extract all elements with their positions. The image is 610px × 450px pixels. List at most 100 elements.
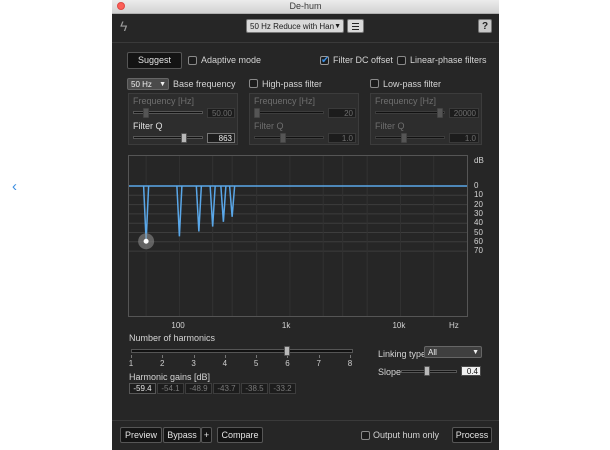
- output-hum-only-checkbox[interactable]: [361, 431, 370, 440]
- base-filter-q-slider[interactable]: [133, 136, 203, 139]
- low-pass-frequency-slider[interactable]: [375, 111, 445, 114]
- db-tick-label: 40: [474, 218, 483, 228]
- db-tick-label: 30: [474, 208, 483, 218]
- slope-slider-thumb[interactable]: [424, 366, 430, 376]
- harmonic-gains-label: Harmonic gains [dB]: [129, 372, 211, 382]
- filter-dc-offset-checkbox[interactable]: ✔: [320, 55, 330, 66]
- linking-type-value: All: [428, 348, 437, 357]
- base-frequency-dropdown[interactable]: 50 Hz ▼: [127, 78, 169, 90]
- low-pass-q-slider-thumb[interactable]: [401, 133, 407, 143]
- slope-field[interactable]: 0.4: [461, 366, 481, 376]
- number-of-harmonics-label: Number of harmonics: [129, 333, 216, 343]
- db-tick-label: 50: [474, 227, 483, 237]
- harmonics-tick-label: 2: [160, 359, 165, 368]
- harmonics-tick-label: 3: [191, 359, 196, 368]
- chevron-down-icon: ▼: [159, 81, 166, 88]
- high-pass-panel: Frequency [Hz] 20 Filter Q 1.0: [249, 93, 359, 145]
- process-button[interactable]: Process: [452, 427, 492, 443]
- high-pass-frequency-slider[interactable]: [254, 111, 324, 114]
- db-tick-label: 20: [474, 199, 483, 209]
- low-pass-checkbox[interactable]: [370, 79, 379, 88]
- harmonics-tick: [193, 355, 195, 358]
- checkmark-icon: ✔: [321, 55, 330, 66]
- harmonic-gain-field[interactable]: -48.9: [185, 383, 212, 394]
- high-pass-frequency-slider-thumb[interactable]: [254, 108, 260, 118]
- base-frequency-hz-field[interactable]: 50.00: [207, 108, 235, 118]
- harmonics-tick-label: 4: [222, 359, 228, 368]
- harmonics-tick: [162, 355, 164, 358]
- divider: [112, 42, 499, 43]
- high-pass-q-slider[interactable]: [254, 136, 324, 139]
- high-pass-q-label: Filter Q: [254, 121, 284, 131]
- db-tick-label: 0: [474, 181, 479, 190]
- harmonic-gain-field[interactable]: -33.2: [269, 383, 296, 394]
- low-pass-frequency-field[interactable]: 20000: [449, 108, 479, 118]
- frequency-tick-label: 10k: [392, 321, 406, 330]
- high-pass-frequency-label: Frequency [Hz]: [254, 96, 316, 106]
- adaptive-mode-label: Adaptive mode: [201, 55, 262, 65]
- bypass-add-button[interactable]: +: [201, 427, 212, 443]
- preset-dropdown[interactable]: 50 Hz Reduce with Han ▼: [246, 19, 344, 33]
- harmonics-tick: [256, 355, 258, 358]
- base-filter-q-slider-thumb[interactable]: [181, 133, 187, 143]
- base-frequency-panel: Frequency [Hz] 50.00 Filter Q 863: [128, 93, 238, 145]
- lightning-bolt-icon[interactable]: ϟ: [120, 18, 127, 34]
- frequency-tick-label: 1k: [281, 321, 291, 330]
- preset-value: 50 Hz Reduce with Han: [250, 22, 335, 31]
- linking-type-dropdown[interactable]: All ▼: [424, 346, 482, 358]
- harmonic-gain-field[interactable]: -59.4: [129, 383, 156, 394]
- harmonics-tick: [350, 355, 351, 358]
- notch-filter: [195, 185, 203, 232]
- high-pass-q-field[interactable]: 1.0: [328, 133, 356, 143]
- harmonic-gain-field[interactable]: -43.7: [213, 383, 240, 394]
- harmonics-tick: [224, 355, 226, 358]
- output-hum-only-label: Output hum only: [373, 430, 440, 440]
- help-button[interactable]: ?: [478, 19, 492, 33]
- linking-type-label: Linking type: [378, 349, 427, 359]
- slope-label: Slope: [378, 367, 402, 377]
- harmonics-tick: [131, 355, 132, 358]
- harmonic-gain-field[interactable]: -54.1: [157, 383, 184, 394]
- low-pass-q-label: Filter Q: [375, 121, 405, 131]
- preview-button[interactable]: Preview: [120, 427, 162, 443]
- harmonics-tick-label: 6: [285, 359, 290, 368]
- low-pass-label: Low-pass filter: [383, 79, 442, 89]
- back-chevron-icon[interactable]: ‹: [12, 178, 17, 195]
- notch-handle: [143, 238, 149, 244]
- low-pass-q-slider[interactable]: [375, 136, 445, 139]
- high-pass-q-slider-thumb[interactable]: [280, 133, 286, 143]
- suggest-button[interactable]: Suggest: [127, 52, 182, 69]
- db-tick-label: 10: [474, 190, 483, 200]
- harmonics-slider-thumb[interactable]: [284, 346, 291, 356]
- base-filter-q-field[interactable]: 863: [207, 133, 235, 143]
- low-pass-panel: Frequency [Hz] 20000 Filter Q 1.0: [370, 93, 482, 145]
- preset-menu-button[interactable]: [347, 19, 364, 33]
- harmonics-slider[interactable]: [131, 349, 353, 353]
- base-frequency-slider-thumb[interactable]: [143, 108, 149, 118]
- harmonics-tick-label: 5: [253, 359, 259, 368]
- linear-phase-label: Linear-phase filters: [410, 55, 487, 65]
- linear-phase-checkbox[interactable]: [397, 56, 406, 65]
- harmonics-tick-label: 1: [128, 359, 134, 368]
- response-graph[interactable]: [128, 155, 468, 317]
- db-tick-label: 70: [474, 246, 483, 256]
- low-pass-q-field[interactable]: 1.0: [449, 133, 479, 143]
- harmonic-gain-field[interactable]: -38.5: [241, 383, 268, 394]
- low-pass-frequency-label: Frequency [Hz]: [375, 96, 437, 106]
- dehum-window: De-hum ϟ 50 Hz Reduce with Han ▼ ? Sugge…: [112, 0, 499, 450]
- adaptive-mode-checkbox[interactable]: [188, 56, 197, 65]
- title-bar: De-hum: [112, 0, 499, 14]
- chevron-down-icon: ▼: [472, 349, 479, 356]
- response-curve-plot[interactable]: [129, 156, 467, 316]
- high-pass-checkbox[interactable]: [249, 79, 258, 88]
- harmonics-tick-label: 7: [316, 359, 321, 368]
- base-frequency-value: 50 Hz: [131, 80, 152, 89]
- frequency-tick-label: Hz: [449, 321, 459, 330]
- low-pass-frequency-slider-thumb[interactable]: [437, 108, 443, 118]
- notch-filter: [220, 185, 227, 222]
- base-filter-q-label: Filter Q: [133, 121, 163, 131]
- bypass-button[interactable]: Bypass: [163, 427, 201, 443]
- db-tick-label: 60: [474, 236, 483, 246]
- high-pass-frequency-field[interactable]: 20: [328, 108, 356, 118]
- compare-button[interactable]: Compare: [217, 427, 263, 443]
